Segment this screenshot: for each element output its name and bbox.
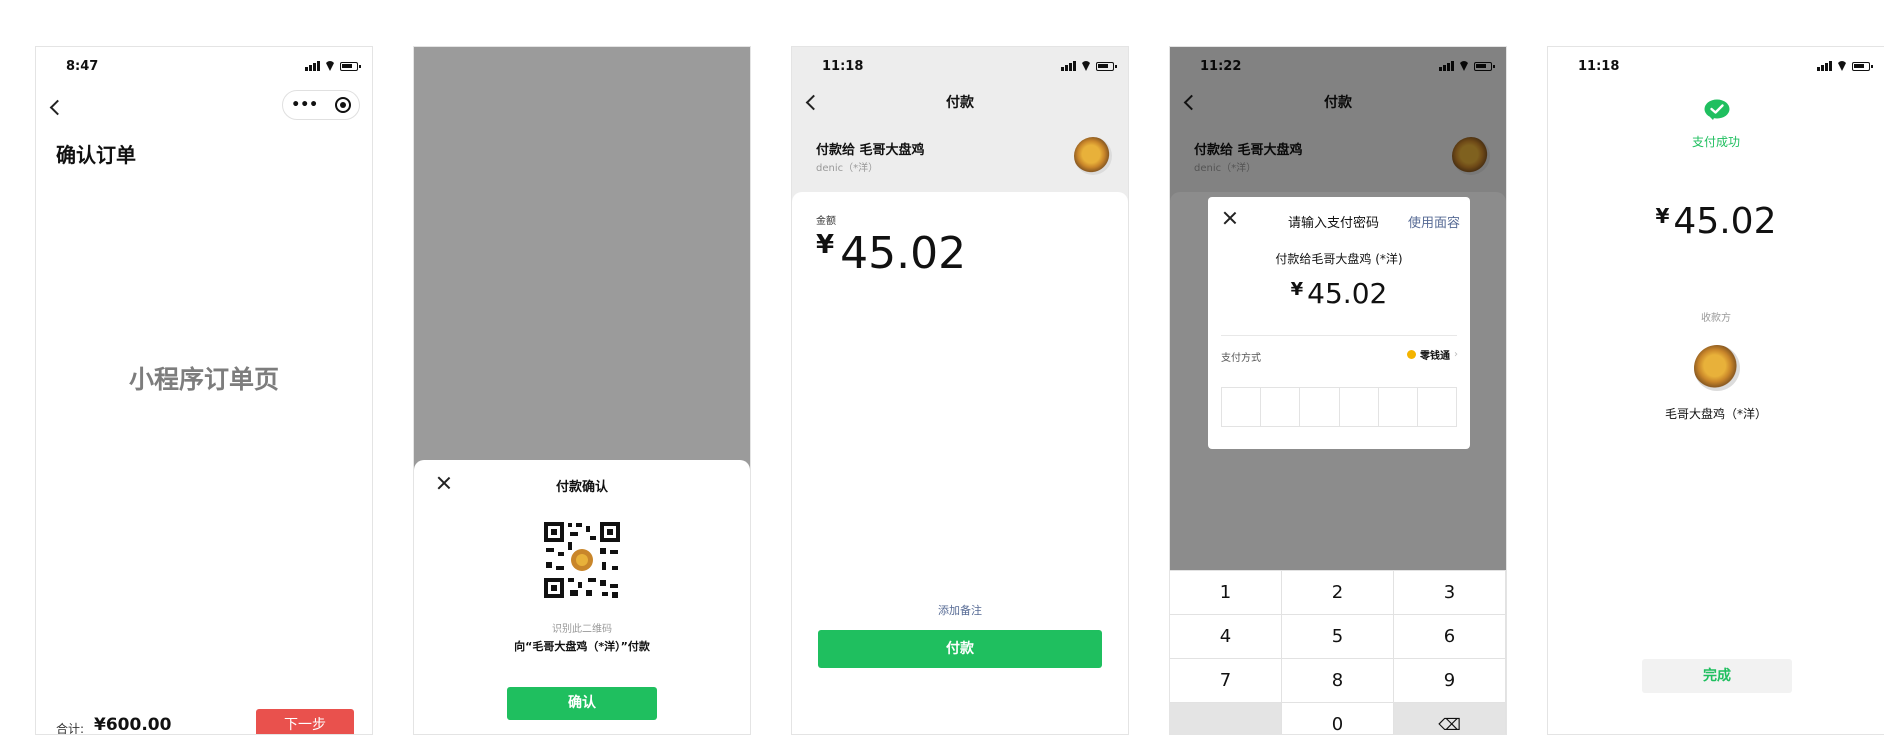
page-title: 确认订单 bbox=[56, 143, 136, 167]
payee-sub: denic（*洋） bbox=[816, 163, 879, 174]
qr-code-icon bbox=[542, 520, 622, 600]
coin-icon bbox=[1407, 350, 1416, 359]
dialog-payee: 付款给毛哥大盘鸡 (*洋) bbox=[1275, 252, 1403, 266]
battery-icon bbox=[1852, 61, 1873, 71]
key-6[interactable]: 6 bbox=[1394, 615, 1506, 659]
currency-symbol: ¥ bbox=[1655, 204, 1670, 228]
dialog-title: 请输入支付密码 bbox=[1288, 216, 1380, 231]
qr-hint: 识别此二维码 bbox=[552, 624, 612, 635]
status-bar: 11:18 bbox=[1548, 59, 1884, 79]
password-digit-box bbox=[1340, 388, 1379, 426]
back-icon[interactable] bbox=[49, 99, 66, 116]
password-dialog: 请输入支付密码 使用面容 付款给毛哥大盘鸡 (*洋) ¥ 45.02 支付方式 … bbox=[1208, 197, 1470, 449]
password-screen: 11:22 付款 付款给 毛哥大盘鸡 denic（*洋） 请输入支付密码 使用面… bbox=[1169, 46, 1507, 735]
key-9[interactable]: 9 bbox=[1394, 659, 1506, 703]
amount-value: 45.02 bbox=[1673, 201, 1777, 242]
status-icons bbox=[1817, 61, 1873, 71]
payee-label: 收款方 bbox=[1701, 313, 1731, 324]
wifi-icon bbox=[324, 61, 336, 71]
wifi-icon bbox=[1836, 61, 1848, 71]
backspace-icon[interactable]: ⌫ bbox=[1394, 703, 1506, 734]
success-text: 支付成功 bbox=[1691, 135, 1740, 149]
close-icon[interactable] bbox=[1222, 210, 1238, 226]
status-time: 11:18 bbox=[822, 59, 864, 74]
chevron-right-icon: › bbox=[1454, 349, 1458, 360]
numeric-keypad: 1 2 3 4 5 6 7 8 9 0 ⌫ bbox=[1170, 570, 1506, 734]
key-2[interactable]: 2 bbox=[1282, 571, 1394, 615]
password-digit-box bbox=[1300, 388, 1340, 426]
key-4[interactable]: 4 bbox=[1170, 615, 1282, 659]
status-bar: 11:18 bbox=[792, 59, 1128, 79]
payment-screen: 11:18 付款 付款给 毛哥大盘鸡 denic（*洋） 金额 ¥ 45.02 … bbox=[791, 46, 1129, 735]
add-note-link[interactable]: 添加备注 bbox=[792, 602, 1128, 618]
confirm-sheet: 付款确认 识别此二维码 向“毛哥大盘鸡（*洋）”付款 确认 bbox=[414, 460, 750, 734]
face-pay-link[interactable]: 使用面容 bbox=[1408, 212, 1460, 231]
order-screen: 8:47 ••• 确认订单 小程序订单页 合计: ¥600.00 下一步 bbox=[35, 46, 373, 735]
payee-line: 付款给 毛哥大盘鸡 bbox=[816, 143, 925, 158]
key-1[interactable]: 1 bbox=[1170, 571, 1282, 615]
confirm-button[interactable]: 确认 bbox=[507, 687, 657, 720]
success-amount: ¥ 45.02 bbox=[1548, 201, 1884, 242]
battery-icon bbox=[340, 61, 361, 71]
key-0[interactable]: 0 bbox=[1282, 703, 1394, 734]
pay-method-value: 零钱通 bbox=[1420, 351, 1450, 362]
total-label: 合计: bbox=[56, 722, 85, 735]
status-time: 8:47 bbox=[66, 59, 99, 74]
success-check-icon bbox=[1704, 99, 1730, 121]
status-bar: 8:47 bbox=[36, 59, 372, 79]
capsule-menu[interactable]: ••• bbox=[282, 90, 360, 120]
total-value: ¥600.00 bbox=[94, 715, 172, 735]
close-miniprogram-icon[interactable] bbox=[334, 97, 351, 113]
signal-icon bbox=[1061, 61, 1076, 71]
more-icon[interactable]: ••• bbox=[291, 97, 318, 113]
amount-card: 金额 ¥ 45.02 添加备注 付款 bbox=[792, 192, 1128, 734]
password-boxes[interactable] bbox=[1221, 387, 1457, 427]
amount-display[interactable]: ¥ 45.02 bbox=[816, 228, 966, 279]
password-digit-box bbox=[1418, 388, 1456, 426]
done-button[interactable]: 完成 bbox=[1642, 659, 1792, 693]
page-title: 付款 bbox=[946, 95, 974, 111]
status-time: 11:18 bbox=[1578, 59, 1620, 74]
status-icons bbox=[305, 61, 361, 71]
dialog-amount: ¥ 45.02 bbox=[1208, 277, 1470, 310]
signal-icon bbox=[1817, 61, 1832, 71]
payee-name: 毛哥大盘鸡（*洋） bbox=[1664, 407, 1767, 421]
key-7[interactable]: 7 bbox=[1170, 659, 1282, 703]
placeholder-text: 小程序订单页 bbox=[128, 365, 279, 394]
sheet-title: 付款确认 bbox=[555, 480, 608, 495]
amount-value: 45.02 bbox=[840, 228, 967, 279]
divider bbox=[1221, 335, 1457, 336]
pay-method-label: 支付方式 bbox=[1221, 353, 1261, 364]
amount-value: 45.02 bbox=[1307, 277, 1388, 310]
payee-avatar bbox=[1074, 137, 1112, 175]
payment-success-screen: 11:18 支付成功 ¥ 45.02 收款方 毛哥大盘鸡（*洋） 完成 bbox=[1547, 46, 1884, 735]
battery-icon bbox=[1096, 61, 1117, 71]
amount-label: 金额 bbox=[816, 216, 836, 227]
currency-symbol: ¥ bbox=[816, 230, 835, 260]
key-3[interactable]: 3 bbox=[1394, 571, 1506, 615]
key-5[interactable]: 5 bbox=[1282, 615, 1394, 659]
pay-button[interactable]: 付款 bbox=[818, 630, 1102, 668]
key-8[interactable]: 8 bbox=[1282, 659, 1394, 703]
wifi-icon bbox=[1080, 61, 1092, 71]
key-blank bbox=[1170, 703, 1282, 734]
qr-target: 向“毛哥大盘鸡（*洋）”付款 bbox=[514, 640, 650, 653]
pay-method-selector[interactable]: 零钱通 › bbox=[1407, 347, 1458, 362]
password-digit-box bbox=[1222, 388, 1262, 426]
currency-symbol: ¥ bbox=[1290, 279, 1304, 300]
password-digit-box bbox=[1379, 388, 1418, 426]
payment-confirm-screen: 付款确认 识别此二维码 向“毛哥大盘鸡（*洋）”付款 确认 bbox=[413, 46, 751, 735]
password-digit-box bbox=[1261, 388, 1301, 426]
next-button[interactable]: 下一步 bbox=[256, 709, 354, 734]
signal-icon bbox=[305, 61, 320, 71]
status-icons bbox=[1061, 61, 1117, 71]
payee-avatar bbox=[1694, 345, 1740, 391]
